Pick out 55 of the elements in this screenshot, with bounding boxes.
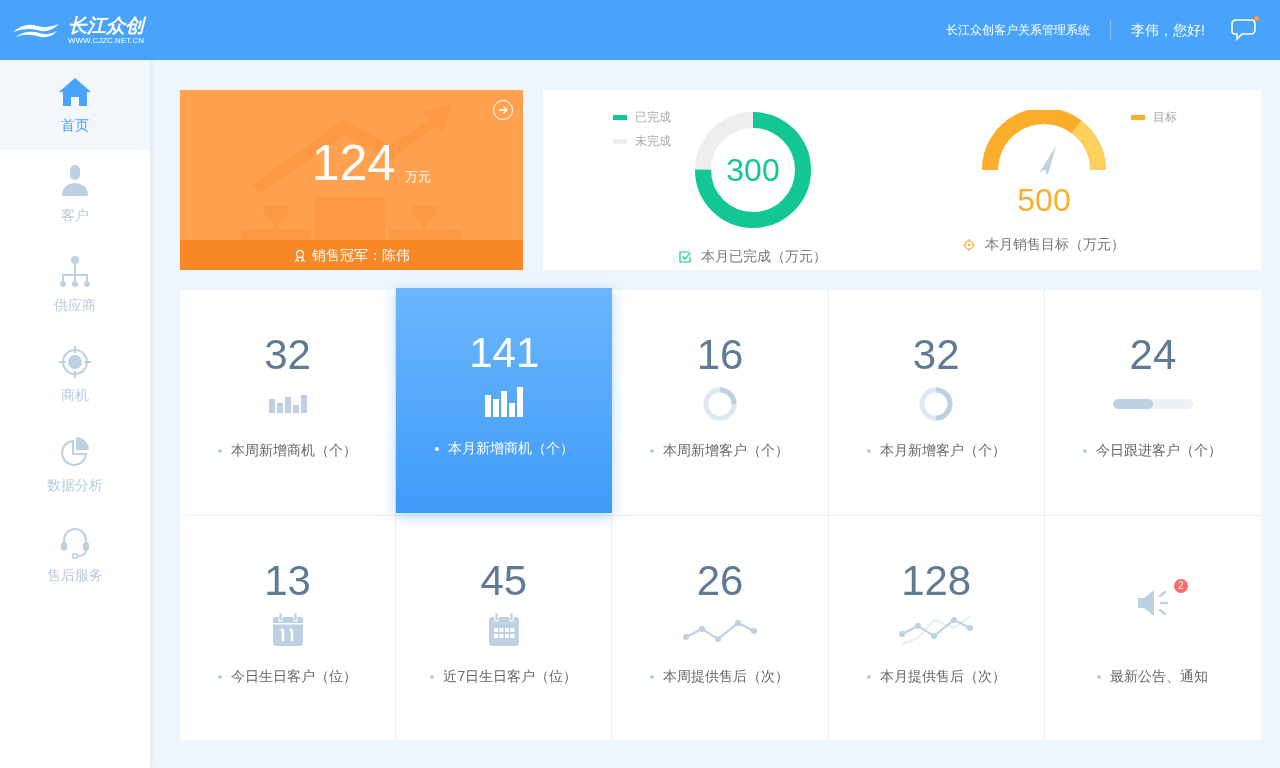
stat-label: 本周提供售后（次） bbox=[663, 667, 790, 686]
completed-value: 300 bbox=[726, 151, 780, 190]
stat-value: 26 bbox=[696, 556, 744, 606]
stat-tile[interactable]: 45 近7日生日客户（位） bbox=[396, 515, 613, 740]
stat-value: 128 bbox=[901, 556, 972, 606]
stat-value: 13 bbox=[264, 556, 311, 606]
checkbox-icon bbox=[679, 250, 691, 263]
target-value: 500 bbox=[1017, 181, 1071, 220]
greeting-text: 李伟，您好! bbox=[1131, 20, 1205, 40]
legend-label: 未完成 bbox=[635, 133, 671, 150]
stat-label: 本月新增商机（个） bbox=[447, 439, 574, 458]
stat-label: 本周新增商机（个） bbox=[231, 441, 358, 460]
stat-value: 16 bbox=[696, 330, 744, 380]
stat-label: 本周新增客户（个） bbox=[663, 441, 790, 460]
calendar-icon bbox=[487, 613, 520, 647]
ring-icon bbox=[918, 386, 955, 422]
stat-label: 今日跟进客户（个） bbox=[1096, 441, 1223, 460]
system-title: 长江众创客户关系管理系统 bbox=[946, 22, 1091, 39]
stat-value: 24 bbox=[1129, 330, 1177, 380]
legend-label: 已完成 bbox=[635, 109, 671, 126]
stat-label: 今日生日客户（位） bbox=[231, 667, 358, 686]
chat-bubble-icon bbox=[1231, 19, 1257, 41]
bar-chart-icon bbox=[485, 387, 524, 417]
champion-text: 销售冠军：陈伟 bbox=[311, 245, 410, 265]
award-icon bbox=[293, 248, 306, 262]
stat-value: 32 bbox=[912, 330, 960, 380]
bar-chart-icon bbox=[268, 395, 307, 413]
stat-label: 本月提供售后（次） bbox=[879, 667, 1006, 686]
target-icon bbox=[58, 344, 92, 379]
logo-name: 长江众创 bbox=[68, 15, 144, 36]
stat-label: 本月新增客户（个） bbox=[879, 441, 1006, 460]
sales-value: 124 bbox=[311, 138, 396, 188]
stat-label: 近7日生日客户（位） bbox=[443, 667, 578, 686]
target-caption: 本月销售目标（万元） bbox=[985, 235, 1125, 254]
notification-badge: 2 bbox=[1173, 579, 1188, 593]
stat-tile[interactable]: 26 本周提供售后（次） bbox=[612, 515, 829, 740]
calendar-icon bbox=[271, 613, 304, 647]
logo-url: WWW.CJZC.NET.CN bbox=[68, 36, 144, 45]
message-button[interactable] bbox=[1231, 19, 1257, 41]
stat-value: 32 bbox=[264, 330, 311, 380]
pie-chart-icon bbox=[58, 434, 92, 469]
speaker-icon bbox=[1135, 588, 1170, 618]
arrow-right-icon bbox=[498, 105, 508, 115]
stat-tile[interactable]: 128 本月提供售后（次） bbox=[828, 515, 1045, 740]
stat-value: 141 bbox=[469, 328, 540, 378]
stat-tile[interactable]: 13 今日生日客户（位） bbox=[180, 515, 397, 740]
line-chart-icon bbox=[898, 612, 975, 648]
legend-label: 目标 bbox=[1153, 109, 1177, 126]
sales-unit: 万元 bbox=[405, 167, 432, 186]
target-icon bbox=[963, 238, 975, 251]
hierarchy-icon bbox=[58, 254, 92, 289]
stat-value: 45 bbox=[480, 556, 528, 606]
ring-icon bbox=[702, 386, 738, 422]
completed-caption: 本月已完成（万元） bbox=[701, 247, 827, 266]
stat-label: 最新公告、通知 bbox=[1110, 667, 1209, 686]
